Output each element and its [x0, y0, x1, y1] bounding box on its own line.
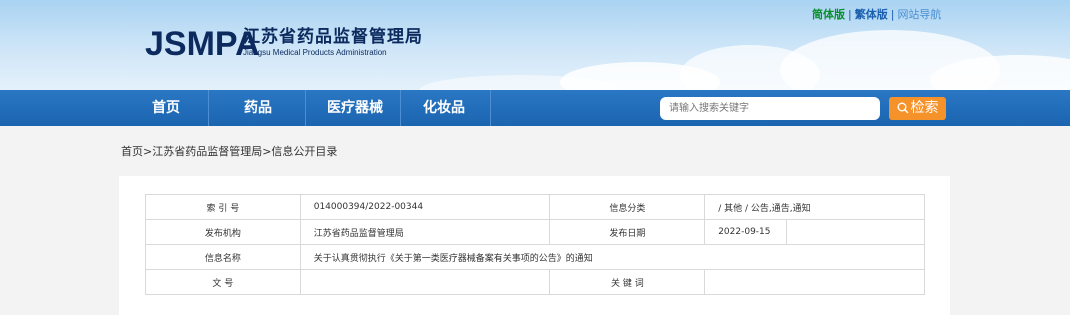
docno-value: [299, 269, 551, 295]
nav-item-devices[interactable]: 医疗器械: [315, 90, 395, 126]
top-links: 简体版 | 繁体版 | 网站导航: [812, 8, 941, 22]
docno-label: 文 号: [145, 269, 301, 295]
search-button[interactable]: 检索: [889, 97, 946, 120]
date-value: 2022-09-15: [704, 219, 788, 245]
breadcrumb[interactable]: 首页>江苏省药品监督管理局>信息公开目录: [121, 145, 337, 159]
keywords-label: 关 键 词: [549, 269, 706, 295]
index-value: 014000394/2022-00344: [299, 194, 551, 220]
nav-item-home[interactable]: 首页: [136, 90, 196, 126]
name-value: 关于认真贯彻执行《关于第一类医疗器械备案有关事项的公告》的通知: [299, 244, 926, 270]
search-button-label: 检索: [910, 100, 939, 116]
keywords-value: [704, 269, 925, 295]
link-separator: |: [848, 8, 852, 21]
nav-divider: [208, 90, 209, 126]
nav-divider: [490, 90, 491, 126]
traditional-link[interactable]: 繁体版: [855, 8, 888, 21]
search-input[interactable]: [660, 97, 880, 120]
nav-divider: [400, 90, 401, 126]
category-label: 信息分类: [549, 194, 706, 220]
sitemap-link[interactable]: 网站导航: [897, 8, 941, 21]
org-value: 江苏省药品监督管理局: [299, 219, 551, 245]
nav-item-drugs[interactable]: 药品: [228, 90, 288, 126]
simplified-link[interactable]: 简体版: [812, 8, 845, 21]
org-label: 发布机构: [145, 219, 301, 245]
name-label: 信息名称: [145, 244, 301, 270]
table-row: 文 号 关 键 词: [145, 269, 925, 295]
nav-divider: [305, 90, 306, 126]
org-name-cn: 江苏省药品监督管理局: [243, 27, 423, 47]
table-row: 索 引 号 014000394/2022-00344 信息分类 / 其他 / 公…: [145, 194, 925, 220]
table-row: 发布机构 江苏省药品监督管理局 发布日期 2022-09-15: [145, 219, 925, 245]
info-table: 索 引 号 014000394/2022-00344 信息分类 / 其他 / 公…: [145, 194, 926, 295]
index-label: 索 引 号: [145, 194, 301, 220]
table-row: 信息名称 关于认真贯彻执行《关于第一类医疗器械备案有关事项的公告》的通知: [145, 244, 926, 270]
link-separator: |: [890, 8, 895, 21]
date-label: 发布日期: [549, 219, 706, 245]
empty-cell: [786, 219, 925, 245]
search-icon: [897, 102, 909, 114]
category-value: / 其他 / 公告,通告,通知: [704, 194, 925, 220]
nav-item-cosmetics[interactable]: 化妆品: [414, 90, 474, 126]
org-name-en: Jiangsu Medical Products Administration: [243, 48, 387, 57]
